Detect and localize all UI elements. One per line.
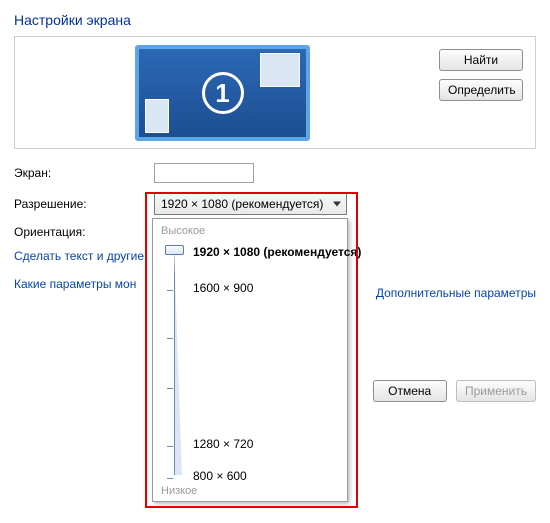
monitor-preview-panel: 1 Найти Определить — [14, 36, 536, 149]
resolution-dropdown[interactable]: Высокое 1920 × 1080 (рекомендуется)1600 … — [152, 218, 348, 502]
orientation-label: Ориентация: — [14, 225, 154, 239]
window-thumb-icon — [260, 53, 300, 87]
screen-label: Экран: — [14, 166, 154, 180]
slider-thumb[interactable] — [165, 245, 184, 255]
monitor-params-link[interactable]: Какие параметры мон — [14, 277, 136, 291]
dialog-footer: Отмена Применить — [367, 380, 536, 402]
slider-tick — [167, 478, 173, 479]
slider-tick — [167, 446, 173, 447]
dropdown-high-caption: Высокое — [161, 225, 339, 237]
resolution-combo[interactable]: 1920 × 1080 (рекомендуется) — [154, 193, 347, 215]
resolution-option[interactable]: 1920 × 1080 (рекомендуется) — [193, 245, 361, 259]
resolution-slider[interactable] — [163, 243, 187, 479]
monitor-number: 1 — [202, 72, 244, 114]
resolution-label: Разрешение: — [14, 197, 154, 211]
apply-button: Применить — [456, 380, 536, 402]
slider-tick — [167, 338, 173, 339]
slider-tick — [167, 388, 173, 389]
find-button[interactable]: Найти — [439, 49, 523, 71]
dropdown-low-caption: Низкое — [161, 485, 197, 497]
resolution-option[interactable]: 1280 × 720 — [193, 437, 253, 451]
advanced-settings-link[interactable]: Дополнительные параметры — [376, 286, 536, 300]
resolution-option[interactable]: 1600 × 900 — [193, 281, 253, 295]
slider-tick — [167, 290, 173, 291]
page-title: Настройки экрана — [14, 12, 536, 28]
text-size-link[interactable]: Сделать текст и другие — [14, 249, 144, 263]
monitor-thumbnail[interactable]: 1 — [135, 45, 310, 141]
slider-track-icon — [174, 247, 184, 475]
window-thumb-icon — [145, 99, 169, 133]
chevron-down-icon — [333, 202, 341, 207]
cancel-button[interactable]: Отмена — [373, 380, 447, 402]
resolution-combo-value: 1920 × 1080 (рекомендуется) — [161, 197, 323, 211]
resolution-option[interactable]: 800 × 600 — [193, 469, 247, 483]
screen-field[interactable] — [154, 163, 254, 183]
identify-button[interactable]: Определить — [439, 79, 523, 101]
